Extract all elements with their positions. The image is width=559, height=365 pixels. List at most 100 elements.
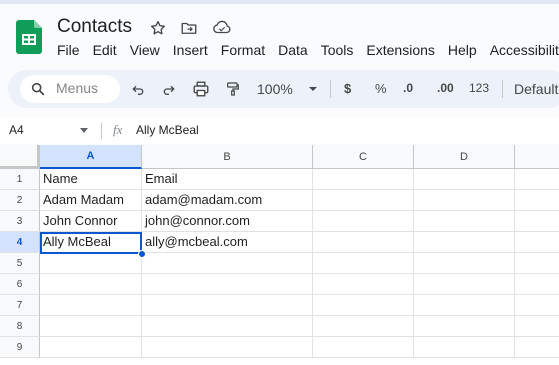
row-header-2[interactable]: 2: [0, 190, 40, 211]
cell-a4[interactable]: Ally McBeal: [40, 232, 142, 253]
formula-bar: A4 fx Ally McBeal: [0, 118, 559, 144]
column-header-e[interactable]: [515, 145, 559, 169]
currency-format-button[interactable]: $: [344, 81, 351, 96]
cell-c4[interactable]: [313, 232, 414, 253]
cell-b5[interactable]: [142, 253, 313, 274]
search-placeholder: Menus: [56, 80, 99, 96]
toolbar: Menus 100% $ % .0 .00 123 Default (Arial…: [8, 70, 559, 108]
cell-b8[interactable]: [142, 316, 313, 337]
row-header-5[interactable]: 5: [0, 253, 40, 274]
cell-a3[interactable]: John Connor: [40, 211, 142, 232]
chevron-down-icon[interactable]: [303, 79, 323, 99]
row-header-7[interactable]: 7: [0, 295, 40, 316]
cell-d5[interactable]: [414, 253, 515, 274]
column-header-d[interactable]: D: [414, 145, 515, 169]
redo-icon[interactable]: [159, 79, 179, 99]
cell-e8[interactable]: [515, 316, 559, 337]
column-header-c[interactable]: C: [313, 145, 414, 169]
cell-a5[interactable]: [40, 253, 142, 274]
cell-c2[interactable]: [313, 190, 414, 211]
move-to-folder-icon[interactable]: [179, 18, 199, 38]
cell-b3[interactable]: john@connor.com: [142, 211, 313, 232]
menu-extensions[interactable]: Extensions: [366, 41, 434, 59]
select-all-corner[interactable]: [0, 145, 40, 169]
zoom-select[interactable]: 100%: [257, 81, 293, 97]
cell-d8[interactable]: [414, 316, 515, 337]
cell-a8[interactable]: [40, 316, 142, 337]
cell-b6[interactable]: [142, 274, 313, 295]
cell-d3[interactable]: [414, 211, 515, 232]
search-menus-input[interactable]: Menus: [20, 75, 120, 103]
toolbar-divider: [330, 80, 331, 98]
cell-e1[interactable]: [515, 169, 559, 190]
cell-e5[interactable]: [515, 253, 559, 274]
menu-bar: File Edit View Insert Format Data Tools …: [57, 41, 559, 59]
row-header-1[interactable]: 1: [0, 169, 40, 190]
menu-accessibility[interactable]: Accessibility: [490, 41, 559, 59]
cell-b4[interactable]: ally@mcbeal.com: [142, 232, 313, 253]
fill-handle[interactable]: [138, 250, 146, 258]
window-top-strip: [0, 0, 559, 4]
cell-c6[interactable]: [313, 274, 414, 295]
menu-help[interactable]: Help: [448, 41, 477, 59]
cell-e3[interactable]: [515, 211, 559, 232]
column-header-a[interactable]: A: [40, 145, 142, 169]
cell-b1[interactable]: Email: [142, 169, 313, 190]
cell-a2[interactable]: Adam Madam: [40, 190, 142, 211]
star-icon[interactable]: [148, 18, 168, 38]
cell-d9[interactable]: [414, 337, 515, 358]
cell-d6[interactable]: [414, 274, 515, 295]
cell-d2[interactable]: [414, 190, 515, 211]
menu-file[interactable]: File: [57, 41, 80, 59]
cell-e7[interactable]: [515, 295, 559, 316]
menu-tools[interactable]: Tools: [321, 41, 354, 59]
cell-a6[interactable]: [40, 274, 142, 295]
cell-c8[interactable]: [313, 316, 414, 337]
cell-c7[interactable]: [313, 295, 414, 316]
cell-d1[interactable]: [414, 169, 515, 190]
name-box[interactable]: A4: [9, 123, 24, 137]
cell-c1[interactable]: [313, 169, 414, 190]
paint-format-icon[interactable]: [223, 79, 243, 99]
row-header-6[interactable]: 6: [0, 274, 40, 295]
cell-c3[interactable]: [313, 211, 414, 232]
row-header-4[interactable]: 4: [0, 232, 40, 253]
cloud-saved-icon[interactable]: [212, 18, 232, 38]
cell-e9[interactable]: [515, 337, 559, 358]
cell-c9[interactable]: [313, 337, 414, 358]
name-box-dropdown-icon[interactable]: [80, 128, 88, 133]
print-icon[interactable]: [191, 79, 211, 99]
percent-format-button[interactable]: %: [375, 81, 387, 96]
formula-bar-divider: [101, 123, 102, 139]
row-header-3[interactable]: 3: [0, 211, 40, 232]
cell-d7[interactable]: [414, 295, 515, 316]
menu-format[interactable]: Format: [221, 41, 265, 59]
cell-e6[interactable]: [515, 274, 559, 295]
menu-data[interactable]: Data: [278, 41, 308, 59]
column-header-b[interactable]: B: [142, 145, 313, 169]
row-header-8[interactable]: 8: [0, 316, 40, 337]
row-header-9[interactable]: 9: [0, 337, 40, 358]
font-family-select[interactable]: Default (Arial): [514, 81, 559, 97]
cell-c5[interactable]: [313, 253, 414, 274]
document-title[interactable]: Contacts: [57, 16, 132, 38]
increase-decimal-button[interactable]: .00: [437, 81, 454, 95]
menu-insert[interactable]: Insert: [173, 41, 208, 59]
sheets-logo-icon[interactable]: [16, 20, 42, 54]
undo-icon[interactable]: [128, 79, 148, 99]
number-format-button[interactable]: 123: [469, 81, 489, 95]
cell-d4[interactable]: [414, 232, 515, 253]
cell-b7[interactable]: [142, 295, 313, 316]
cell-b2[interactable]: adam@madam.com: [142, 190, 313, 211]
cell-a1[interactable]: Name: [40, 169, 142, 190]
cell-b9[interactable]: [142, 337, 313, 358]
menu-view[interactable]: View: [130, 41, 160, 59]
cell-a9[interactable]: [40, 337, 142, 358]
formula-input[interactable]: Ally McBeal: [136, 123, 199, 137]
menu-edit[interactable]: Edit: [93, 41, 117, 59]
cell-e2[interactable]: [515, 190, 559, 211]
decrease-decimal-button[interactable]: .0: [403, 81, 413, 95]
cell-a7[interactable]: [40, 295, 142, 316]
cell-e4[interactable]: [515, 232, 559, 253]
toolbar-divider: [502, 80, 503, 98]
